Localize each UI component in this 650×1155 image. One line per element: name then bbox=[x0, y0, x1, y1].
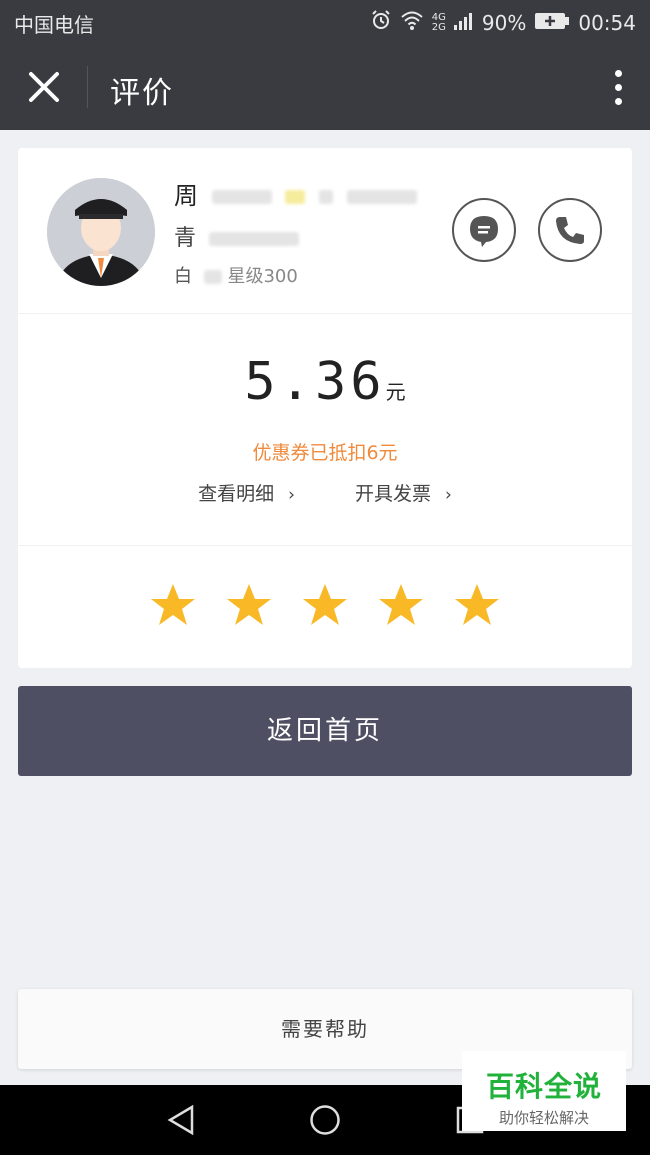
wifi-icon bbox=[400, 10, 424, 35]
close-icon[interactable] bbox=[24, 67, 64, 107]
fare-links: 查看明细 › 开具发票 › bbox=[18, 479, 632, 506]
fare-amount-value: 5.36 bbox=[244, 352, 386, 412]
page-title: 评价 bbox=[110, 76, 174, 111]
chevron-right-icon: › bbox=[288, 485, 295, 505]
coupon-note: 优惠券已抵扣6元 bbox=[252, 442, 398, 464]
driver-name-text: 周 bbox=[174, 182, 198, 210]
redacted-block bbox=[211, 190, 272, 204]
watermark-subtitle: 助你轻松解决 bbox=[498, 1109, 589, 1127]
message-driver-button[interactable] bbox=[452, 198, 516, 262]
driver-avatar bbox=[47, 178, 155, 286]
driver-level: 白 星级300 bbox=[174, 262, 298, 288]
view-details-label: 查看明细 bbox=[198, 483, 275, 505]
nav-bar: 评价 bbox=[0, 44, 650, 130]
status-bar: 中国电信 4G 2G 90% 00:54 bbox=[0, 0, 650, 44]
star-icon[interactable] bbox=[302, 582, 348, 628]
signal-icon bbox=[453, 11, 474, 35]
star-icon[interactable] bbox=[226, 582, 272, 628]
issue-invoice-link[interactable]: 开具发票 › bbox=[355, 479, 452, 506]
driver-car: 青 bbox=[174, 220, 300, 252]
star-icon[interactable] bbox=[454, 582, 500, 628]
back-icon[interactable] bbox=[166, 1104, 196, 1136]
redacted-block bbox=[346, 190, 417, 204]
nav-divider bbox=[87, 66, 88, 108]
star-rating bbox=[18, 548, 632, 668]
driver-level-suffix: 星级300 bbox=[227, 266, 298, 287]
fare-amount: 5.36元 bbox=[18, 352, 632, 412]
battery-charging-icon bbox=[534, 11, 570, 35]
driver-info: 周 青 白 星级300 bbox=[18, 148, 632, 314]
message-icon bbox=[470, 216, 498, 247]
driver-level-text: 白 bbox=[174, 266, 192, 287]
redacted-block bbox=[285, 190, 306, 204]
network-top-label: 4G bbox=[431, 11, 446, 23]
alarm-icon bbox=[370, 9, 392, 36]
clock-time: 00:54 bbox=[578, 10, 636, 35]
redacted-block bbox=[318, 190, 333, 204]
fare-unit: 元 bbox=[385, 380, 406, 404]
watermark-title: 百科全说 bbox=[485, 1070, 602, 1103]
driver-car-text: 青 bbox=[174, 226, 197, 251]
redacted-block bbox=[203, 270, 222, 284]
redacted-block bbox=[209, 232, 300, 246]
fare-section: 5.36元 优惠券已抵扣6元 查看明细 › 开具发票 › bbox=[18, 314, 632, 546]
battery-percent: 90% bbox=[481, 10, 527, 35]
more-menu-icon[interactable] bbox=[612, 70, 624, 106]
chevron-right-icon: › bbox=[445, 485, 452, 505]
network-bottom-label: 2G bbox=[431, 21, 446, 33]
star-icon[interactable] bbox=[378, 582, 424, 628]
network-type-icon: 4G 2G bbox=[431, 11, 446, 33]
watermark-logo: 百科全说 助你轻松解决 bbox=[462, 1051, 626, 1131]
home-icon[interactable] bbox=[309, 1104, 341, 1136]
carrier-label: 中国电信 bbox=[14, 13, 94, 37]
return-home-button[interactable]: 返回首页 bbox=[18, 686, 632, 776]
trip-card: 周 青 白 星级300 5.36元 优惠券已抵扣6元 查看明细 › 开具发票 › bbox=[18, 148, 632, 668]
issue-invoice-label: 开具发票 bbox=[355, 483, 432, 505]
call-driver-button[interactable] bbox=[538, 198, 602, 262]
phone-icon bbox=[556, 217, 584, 244]
star-icon[interactable] bbox=[150, 582, 196, 628]
view-details-link[interactable]: 查看明细 › bbox=[198, 479, 295, 506]
driver-name: 周 bbox=[174, 176, 417, 211]
